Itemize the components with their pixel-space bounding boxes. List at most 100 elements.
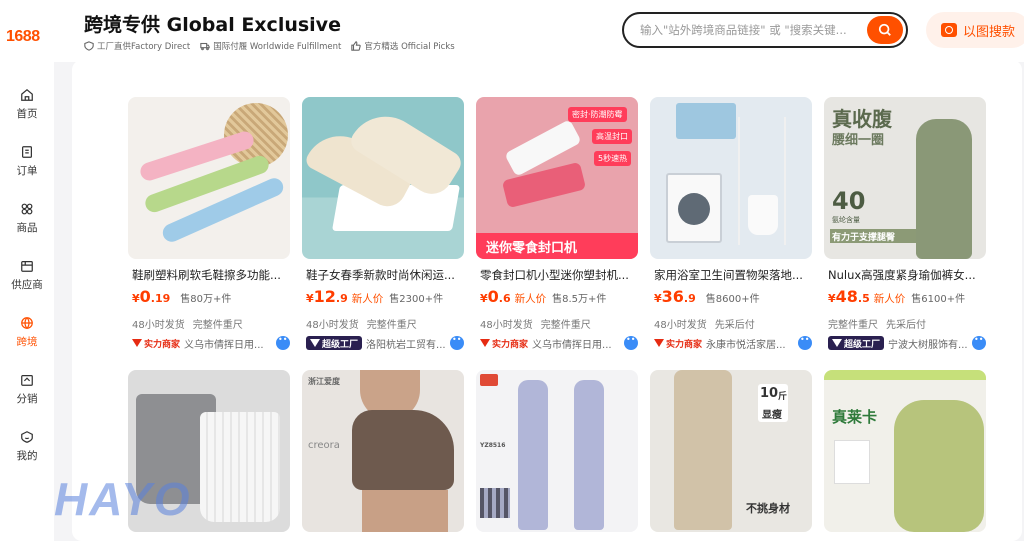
search-button[interactable] [867, 16, 903, 44]
product-image[interactable] [302, 97, 464, 259]
sold-count: 售2300+件 [389, 294, 444, 305]
sidebar-item-label: 供应商 [11, 279, 43, 291]
sidebar-item-distribution[interactable]: 分销 [0, 371, 54, 428]
price-badge: 新人价 [351, 293, 384, 305]
sidebar-nav: 首页 订单 商品 供应商 跨境 分销 我的 [0, 86, 54, 485]
sidebar-item-label: 分销 [16, 393, 38, 405]
shop-type-badge: 实力商家 [480, 337, 528, 350]
shop-line[interactable]: 实力商家 义乌市倩挥日用... [480, 335, 638, 351]
product-panel: 鞋刷塑料刷软毛鞋擦多功能... ¥0.19 售80万+件 48小时发货 完整件重尺… [72, 60, 1022, 541]
header: 跨境专供 Global Exclusive 工厂直供Factory Direct… [54, 0, 1024, 62]
product-image[interactable]: YZ8516 [476, 370, 638, 532]
sidebar-item-crossborder[interactable]: 跨境 [0, 314, 54, 371]
currency-symbol: ¥ [480, 292, 488, 305]
image-search-label: 以图搜款 [962, 24, 1015, 40]
image-headline: 真莱卡 [832, 408, 878, 426]
chat-icon[interactable] [450, 335, 464, 350]
sold-count: 售6100+件 [911, 294, 966, 305]
chat-icon[interactable] [798, 335, 812, 350]
model-right [574, 380, 604, 530]
shop-name[interactable]: 义乌市倩挥日用... [532, 336, 612, 351]
camera-icon [940, 23, 957, 37]
shop-type-badge: 实力商家 [132, 337, 180, 350]
product-image[interactable]: 密封·防潮防霉 高温封口 5秒速热 迷你零食封口机 [476, 97, 638, 259]
price-integer: 0 [139, 287, 151, 306]
shop-type-label: 实力商家 [492, 339, 529, 350]
shop-name[interactable]: 洛阳杭岩工贸有... [366, 336, 446, 351]
price-decimal: .9 [683, 292, 696, 305]
service-tag: 48小时发货 [132, 320, 185, 331]
sidebar-item-products[interactable]: 商品 [0, 200, 54, 257]
shop-line[interactable]: 超级工厂 宁波大树服饰有... [828, 335, 986, 351]
product-image[interactable] [650, 97, 812, 259]
product-title[interactable]: 家用浴室卫生间置物架落地... [654, 267, 812, 283]
sidebar-item-label: 跨境 [16, 336, 38, 348]
price-line: ¥36.9 售8600+件 [654, 287, 760, 306]
product-title[interactable]: 鞋子女春季新款时尚休闲运... [306, 267, 464, 283]
sidebar-item-home[interactable]: 首页 [0, 86, 54, 143]
washer-door [678, 193, 710, 225]
sidebar-item-suppliers[interactable]: 供应商 [0, 257, 54, 314]
product-image[interactable]: 真收腹 腰细一圈 40 氨纶含量 有力于支撑腿臀 [824, 97, 986, 259]
image-headline: 真收腹 [832, 107, 892, 131]
product-image[interactable]: 浙江爱度 creora [302, 370, 464, 532]
sold-count: 售8600+件 [705, 294, 760, 305]
price-badge: 新人价 [873, 293, 906, 305]
globe-icon [21, 317, 33, 330]
service-tag: 先采后付 [886, 320, 926, 331]
chat-icon[interactable] [624, 335, 638, 350]
model-left [518, 380, 548, 530]
image-search-button[interactable]: 以图搜款 [926, 12, 1024, 48]
service-tag: 48小时发货 [654, 320, 707, 331]
grid-icon [21, 203, 33, 215]
shop-name[interactable]: 宁波大树服饰有... [888, 336, 968, 351]
app-logo[interactable]: 1688 [6, 28, 40, 46]
store-icon [21, 261, 33, 272]
shop-type-label: 实力商家 [144, 339, 181, 350]
tag-label: 工厂直供Factory Direct [97, 42, 191, 52]
product-title[interactable]: 鞋刷塑料刷软毛鞋擦多功能... [132, 267, 290, 283]
tag-factory-direct: 工厂直供Factory Direct [84, 40, 190, 52]
product-image[interactable]: 10 斤 显瘦 不挑身材 [650, 370, 812, 532]
image-slogan: 有力于支撑腿臀 [832, 233, 896, 243]
feature-pill: 密封·防潮防霉 [568, 107, 627, 122]
chat-icon[interactable] [972, 335, 986, 350]
shop-type-label: 超级工厂 [322, 339, 359, 350]
image-code: YZ8516 [480, 442, 506, 449]
shop-line[interactable]: 超级工厂 洛阳杭岩工贸有... [306, 335, 464, 351]
product-image[interactable] [128, 97, 290, 259]
image-logo-text: creora [308, 440, 340, 451]
sidebar-item-label: 订单 [16, 165, 38, 177]
shorts-figure [894, 400, 984, 532]
service-tag: 完整件重尺 [540, 320, 591, 331]
product-title[interactable]: 零食封口机小型迷你塑封机... [480, 267, 638, 283]
crown-icon [132, 339, 142, 347]
sidebar: 1688 首页 订单 商品 供应商 跨境 分销 我的 [0, 0, 54, 541]
search-icon [878, 23, 891, 36]
weight-caption: 显瘦 [762, 410, 782, 421]
shop-name[interactable]: 义乌市倩挥日用... [184, 336, 264, 351]
chat-icon[interactable] [276, 335, 290, 350]
shelf-pole [738, 117, 740, 245]
image-brand: 浙江爱度 [308, 377, 340, 386]
sidebar-item-orders[interactable]: 订单 [0, 143, 54, 200]
weight-number: 10 [760, 386, 779, 401]
shop-type-badge: 实力商家 [654, 337, 702, 350]
legging-figure [916, 119, 972, 259]
price-line: ¥48.5 新人价 售6100+件 [828, 287, 965, 306]
price-line: ¥0.6 新人价 售8.5万+件 [480, 287, 606, 306]
shop-name[interactable]: 永康市悦活家居... [706, 336, 786, 351]
currency-symbol: ¥ [306, 292, 314, 305]
color-swatches [480, 488, 510, 518]
image-number: 40 [832, 187, 866, 215]
sidebar-item-mine[interactable]: 我的 [0, 428, 54, 485]
share-icon [21, 375, 33, 386]
search-input[interactable] [640, 20, 850, 40]
shop-line[interactable]: 实力商家 义乌市倩挥日用... [132, 335, 290, 351]
tag-official-picks: 官方精选 Official Picks [351, 40, 455, 52]
page-title: 跨境专供 Global Exclusive [84, 14, 341, 36]
product-image[interactable]: 真莱卡 [824, 370, 986, 532]
cert-card [834, 440, 870, 484]
shop-line[interactable]: 实力商家 永康市悦活家居... [654, 335, 812, 351]
product-title[interactable]: Nulux高强度紧身瑜伽裤女... [828, 267, 986, 283]
